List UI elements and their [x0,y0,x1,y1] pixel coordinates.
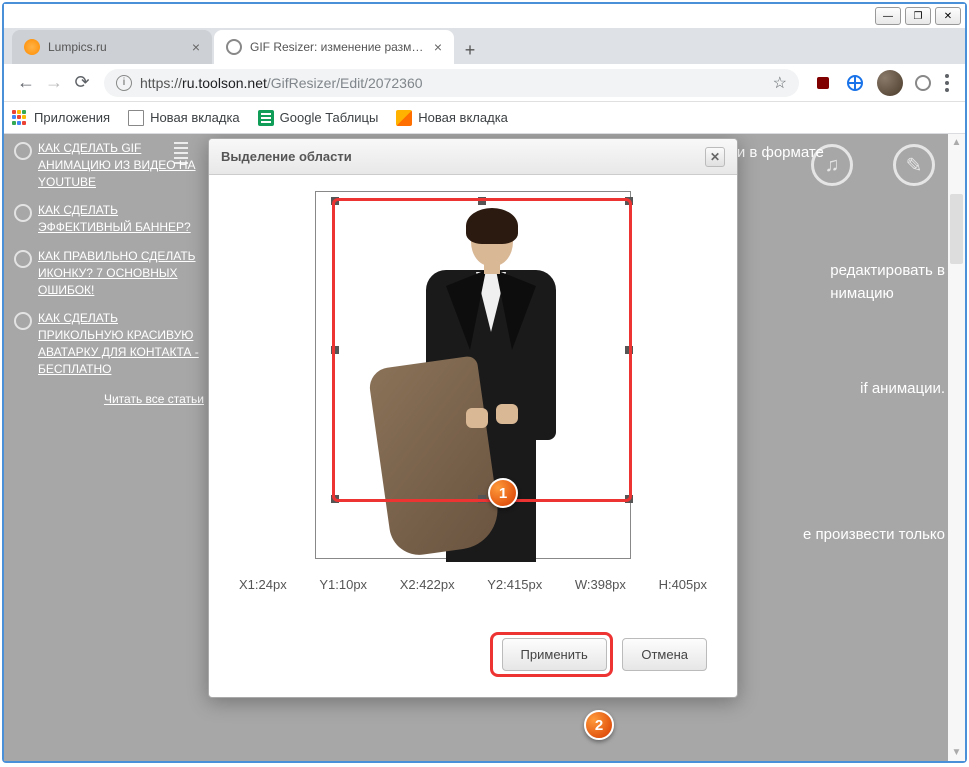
url-scheme: https:// [140,75,182,91]
url-path: /GifResizer/Edit/2072360 [267,75,423,91]
window-minimize-button[interactable]: — [875,7,901,25]
crop-coordinates: X1:24px Y1:10px X2:422px Y2:415px W:398p… [239,577,707,592]
dialog-close-button[interactable]: ✕ [705,147,725,167]
favicon-lumpics-icon [24,39,40,55]
resize-handle[interactable] [625,495,633,503]
url-text: https://ru.toolson.net/GifResizer/Edit/2… [140,75,773,91]
crop-dialog: Выделение области ✕ [208,138,738,698]
annotation-badge-1: 1 [488,478,518,508]
cancel-button[interactable]: Отмена [622,638,707,671]
resize-handle[interactable] [478,197,486,205]
picture-icon [396,110,412,126]
new-tab-button[interactable]: + [456,36,484,64]
bookmarks-bar: Приложения Новая вкладка Google Таблицы … [4,102,965,134]
extension-globe-icon[interactable] [845,73,865,93]
resize-handle[interactable] [625,346,633,354]
nav-forward-button[interactable]: → [40,69,68,97]
bookmark-star-icon[interactable]: ☆ [773,73,787,93]
browser-tabstrip: Lumpics.ru × GIF Resizer: изменение разм… [4,28,965,64]
dialog-buttons: Применить Отмена [239,632,707,677]
address-bar[interactable]: i https://ru.toolson.net/GifResizer/Edit… [104,69,799,97]
resize-handle[interactable] [331,346,339,354]
bookmark-item[interactable]: Google Таблицы [258,110,379,126]
nav-reload-button[interactable]: ⟳ [68,69,96,97]
document-icon [128,110,144,126]
bookmark-label: Google Таблицы [280,110,379,125]
resize-handle[interactable] [331,495,339,503]
nav-back-button[interactable]: ← [12,69,40,97]
sheets-icon [258,110,274,126]
page-content: КАК СДЕЛАТЬ GIF АНИМАЦИЮ ИЗ ВИДЕО НА YOU… [4,134,965,761]
dialog-titlebar: Выделение области ✕ [209,139,737,175]
crop-selection[interactable] [334,200,630,500]
coord-x1: X1:24px [239,577,287,592]
window-titlebar: — ❐ ✕ [4,4,965,28]
site-info-icon[interactable]: i [116,75,132,91]
coord-h: H:405px [659,577,707,592]
coord-y1: Y1:10px [319,577,367,592]
resize-handle[interactable] [478,495,486,503]
window-close-button[interactable]: ✕ [935,7,961,25]
extension-ublock-icon[interactable] [813,73,833,93]
resize-handle[interactable] [625,197,633,205]
bookmark-item[interactable]: Новая вкладка [396,110,508,126]
bookmark-item[interactable]: Новая вкладка [128,110,240,126]
bookmark-label: Новая вкладка [150,110,240,125]
annotation-badge-2: 2 [584,710,614,740]
bookmark-label: Новая вкладка [418,110,508,125]
dialog-title: Выделение области [221,149,352,164]
window-maximize-button[interactable]: ❐ [905,7,931,25]
annotation-highlight: Применить [490,632,613,677]
tab-close-icon[interactable]: × [192,39,200,55]
dialog-body: X1:24px Y1:10px X2:422px Y2:415px W:398p… [209,175,737,697]
tab-title: Lumpics.ru [48,40,184,54]
bookmark-apps[interactable]: Приложения [12,110,110,126]
resize-handle[interactable] [331,197,339,205]
browser-toolbar: ← → ⟳ i https://ru.toolson.net/GifResize… [4,64,965,102]
coord-w: W:398px [575,577,626,592]
favicon-toolson-icon [226,39,242,55]
crop-canvas[interactable] [315,191,631,559]
browser-tab-lumpics[interactable]: Lumpics.ru × [12,30,212,64]
url-host: ru.toolson.net [182,75,267,91]
browser-menu-button[interactable] [937,74,957,92]
tab-close-icon[interactable]: × [434,39,442,55]
coord-y2: Y2:415px [487,577,542,592]
apply-button[interactable]: Применить [502,638,607,671]
profile-avatar[interactable] [877,70,903,96]
apps-grid-icon [12,110,28,126]
coord-x2: X2:422px [400,577,455,592]
extension-circle-icon[interactable] [915,75,931,91]
browser-tab-gifresizer[interactable]: GIF Resizer: изменение размера × [214,30,454,64]
tab-title: GIF Resizer: изменение размера [250,40,426,54]
bookmark-label: Приложения [34,110,110,125]
